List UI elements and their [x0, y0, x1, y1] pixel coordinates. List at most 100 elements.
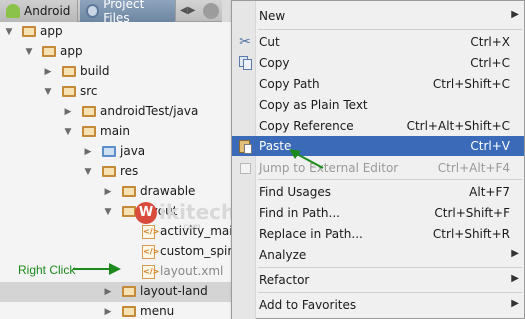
- collapse-arrow-icon[interactable]: ▶: [103, 187, 113, 197]
- folder-icon: [102, 166, 116, 177]
- menu-shortcut: Ctrl+C: [470, 56, 510, 70]
- folder-icon: [122, 286, 136, 297]
- menu-shortcut: Ctrl+X: [470, 35, 510, 49]
- copy-icon: [237, 55, 253, 71]
- collapse-arrow-icon[interactable]: ▶: [63, 107, 73, 117]
- paste-icon: [237, 138, 253, 154]
- folder-icon: [42, 46, 56, 57]
- menu-item-label: Find in Path...: [259, 206, 340, 220]
- menu-item-replace-in-path[interactable]: Replace in Path... Ctrl+Shift+R: [232, 224, 524, 244]
- collapse-arrow-icon[interactable]: ▶: [103, 307, 113, 317]
- collapse-arrow-icon[interactable]: ▶: [103, 287, 113, 297]
- menu-item-label: Find Usages: [259, 185, 332, 199]
- tree-label: layout-land: [140, 284, 208, 298]
- expand-arrow-icon[interactable]: ▼: [24, 47, 34, 57]
- menu-shortcut: Ctrl+Alt+F4: [437, 161, 510, 175]
- menu-item-label: Refactor: [259, 273, 310, 287]
- tree-label: drawable: [140, 184, 196, 198]
- watermark-logo-icon: W: [135, 202, 157, 224]
- menu-item-label: Copy: [259, 56, 290, 70]
- tree-label: menu: [140, 304, 175, 318]
- tree-label: build: [80, 64, 110, 78]
- menu-item-paste[interactable]: Paste Ctrl+V: [232, 136, 524, 156]
- menu-item-label: Copy as Plain Text: [259, 98, 368, 112]
- menu-item-refactor[interactable]: Refactor ▶: [232, 270, 524, 290]
- menu-item-add-to-favorites[interactable]: Add to Favorites ▶: [232, 295, 524, 315]
- menu-item-label: Replace in Path...: [259, 227, 363, 241]
- folder-icon: [62, 86, 76, 97]
- right-click-annotation: Right Click: [18, 263, 76, 277]
- gear-icon[interactable]: [203, 3, 219, 19]
- menu-item-analyze[interactable]: Analyze ▶: [232, 245, 524, 265]
- folder-icon: [82, 106, 96, 117]
- menu-item-new[interactable]: New ▶: [232, 6, 524, 26]
- paste-pointer-arrow-icon: [289, 149, 324, 169]
- menu-separator: [258, 292, 522, 293]
- source-folder-icon: [102, 146, 116, 157]
- submenu-arrow-icon: ▶: [511, 273, 519, 284]
- menu-shortcut: Ctrl+Shift+F: [434, 206, 510, 220]
- layout-file-icon: </>: [142, 245, 159, 259]
- folder-icon: [62, 66, 76, 77]
- collapse-arrow-icon[interactable]: ▶: [83, 147, 93, 157]
- view-dropdown-arrow-icon[interactable]: ◀▶: [180, 4, 195, 18]
- menu-item-label: Jump to External Editor: [259, 161, 399, 175]
- right-click-arrow-icon: [73, 263, 121, 275]
- layout-file-icon: </>: [142, 265, 159, 279]
- menu-item-copy-plain-text[interactable]: Copy as Plain Text: [232, 95, 524, 115]
- tree-label: main: [100, 124, 130, 138]
- expand-arrow-icon[interactable]: ▼: [63, 127, 73, 137]
- submenu-arrow-icon: ▶: [511, 9, 519, 20]
- menu-shortcut: Alt+F7: [469, 185, 510, 199]
- folder-icon: [82, 126, 96, 137]
- menu-item-label: New: [259, 9, 286, 23]
- context-menu: New ▶ ✂ Cut Ctrl+X Copy Ctrl+C Copy Path…: [231, 0, 525, 319]
- project-files-icon: [86, 4, 100, 18]
- folder-icon: [122, 186, 136, 197]
- tree-label: androidTest/java: [100, 104, 199, 118]
- tree-label: res: [120, 164, 139, 178]
- tab-android-label: Android: [24, 4, 71, 18]
- folder-icon: [122, 306, 136, 317]
- menu-item-label: Copy Reference: [259, 119, 354, 133]
- tree-label: layout.xml: [160, 264, 224, 278]
- menu-item-jump-external-editor: Jump to External Editor Ctrl+Alt+F4: [232, 158, 524, 178]
- menu-item-label: Copy Path: [259, 77, 320, 91]
- menu-shortcut: Ctrl+V: [470, 139, 510, 153]
- menu-item-copy-path[interactable]: Copy Path Ctrl+Shift+C: [232, 74, 524, 94]
- menu-separator: [258, 179, 522, 180]
- menu-separator: [258, 267, 522, 268]
- wikitechy-watermark: W ikitechy .com: [135, 200, 248, 240]
- tree-label: app: [40, 24, 63, 38]
- menu-separator: [258, 29, 522, 30]
- watermark-sub: .com: [181, 222, 201, 231]
- tree-label: app: [60, 44, 83, 58]
- menu-shortcut: Ctrl+Shift+R: [432, 227, 510, 241]
- tab-project-files[interactable]: Project Files: [80, 0, 176, 25]
- menu-item-label: Analyze: [259, 248, 307, 262]
- expand-arrow-icon[interactable]: ▼: [4, 27, 14, 37]
- folder-icon: [122, 206, 136, 217]
- tree-label: src: [80, 84, 98, 98]
- scissors-icon: ✂: [239, 34, 251, 50]
- menu-item-label: Cut: [259, 35, 280, 49]
- menu-item-find-in-path[interactable]: Find in Path... Ctrl+Shift+F: [232, 203, 524, 223]
- expand-arrow-icon[interactable]: ▼: [83, 167, 93, 177]
- android-icon: [6, 4, 20, 18]
- menu-item-copy[interactable]: Copy Ctrl+C: [232, 53, 524, 73]
- external-editor-icon: [237, 160, 253, 176]
- menu-item-find-usages[interactable]: Find Usages Alt+F7: [232, 182, 524, 202]
- folder-icon: [22, 26, 36, 37]
- submenu-arrow-icon: ▶: [511, 248, 519, 259]
- menu-item-label: Add to Favorites: [259, 298, 357, 312]
- submenu-arrow-icon: ▶: [511, 298, 519, 309]
- menu-item-cut[interactable]: ✂ Cut Ctrl+X: [232, 32, 524, 52]
- expand-arrow-icon[interactable]: ▼: [43, 87, 53, 97]
- tab-android[interactable]: Android: [0, 0, 78, 22]
- collapse-arrow-icon[interactable]: ▶: [43, 67, 53, 77]
- menu-item-copy-reference[interactable]: Copy Reference Ctrl+Alt+Shift+C: [232, 116, 524, 136]
- menu-shortcut: Ctrl+Shift+C: [432, 77, 510, 91]
- expand-arrow-icon[interactable]: ▼: [103, 207, 113, 217]
- menu-shortcut: Ctrl+Alt+Shift+C: [406, 119, 510, 133]
- tree-label: java: [120, 144, 146, 158]
